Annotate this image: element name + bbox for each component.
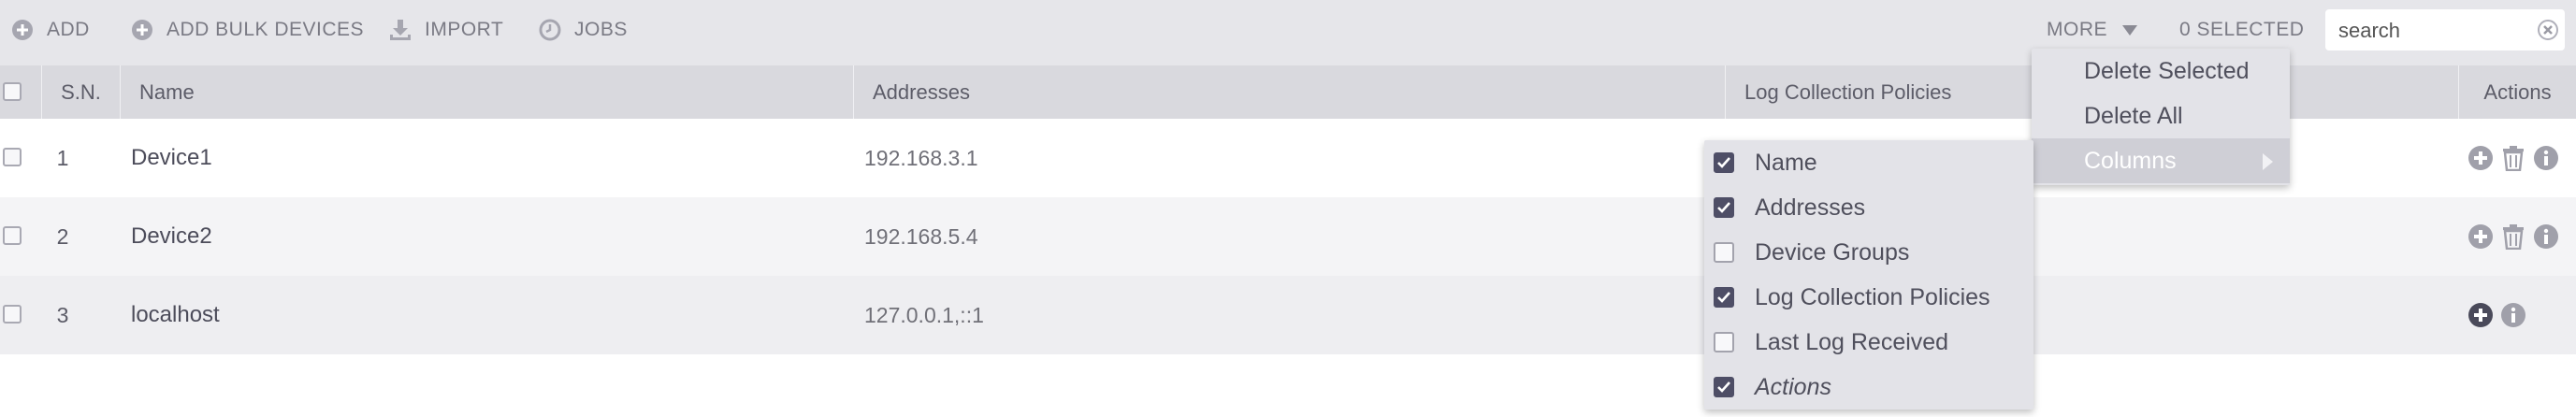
check-icon xyxy=(1717,202,1730,213)
more-button[interactable]: MORE xyxy=(2047,13,2137,47)
row-sn: 3 xyxy=(56,303,69,327)
row-sn: 1 xyxy=(56,146,69,170)
more-menu: Delete Selected Delete All Columns xyxy=(2032,49,2290,185)
more-label: MORE xyxy=(2047,19,2107,40)
column-toggle-device-groups[interactable]: Device Groups xyxy=(1704,230,2033,275)
close-circle-icon[interactable] xyxy=(2537,19,2559,41)
clock-icon xyxy=(539,19,561,41)
checkbox-checked[interactable] xyxy=(1714,152,1734,173)
checkbox-unchecked[interactable] xyxy=(1714,242,1734,263)
add-policy-icon[interactable] xyxy=(2467,302,2494,328)
import-label: IMPORT xyxy=(425,19,504,40)
table-row[interactable]: 2 Device2 192.168.5.4 xyxy=(0,197,2576,276)
add-button[interactable]: ADD xyxy=(11,13,90,47)
check-icon xyxy=(1717,381,1730,393)
info-icon[interactable] xyxy=(2500,302,2526,328)
import-button[interactable]: IMPORT xyxy=(389,13,503,47)
menu-item-delete-selected[interactable]: Delete Selected xyxy=(2032,49,2290,93)
checkbox-checked[interactable] xyxy=(1714,197,1734,218)
row-addresses: 192.168.5.4 xyxy=(864,224,978,249)
add-label: ADD xyxy=(47,19,90,40)
selected-count: 0 SELECTED xyxy=(2179,19,2305,40)
column-toggle-addresses[interactable]: Addresses xyxy=(1704,185,2033,230)
menu-item-delete-all[interactable]: Delete All xyxy=(2032,93,2290,138)
plus-circle-icon xyxy=(132,20,152,40)
add-policy-icon[interactable] xyxy=(2467,145,2494,171)
row-addresses: 127.0.0.1,::1 xyxy=(864,303,984,327)
download-icon xyxy=(390,20,411,40)
columns-menu: Name Addresses Device Groups Log Collect… xyxy=(1704,140,2033,410)
row-addresses: 192.168.3.1 xyxy=(864,146,978,170)
column-toggle-last-log-received[interactable]: Last Log Received xyxy=(1704,320,2033,365)
row-checkbox[interactable] xyxy=(3,226,22,245)
info-icon[interactable] xyxy=(2533,223,2559,250)
row-name: Device2 xyxy=(131,223,212,249)
add-bulk-devices-label: ADD BULK DEVICES xyxy=(166,19,365,40)
jobs-label: JOBS xyxy=(574,19,628,40)
row-sn: 2 xyxy=(56,224,69,249)
column-header-sn[interactable]: S.N. xyxy=(41,65,120,119)
trash-icon[interactable] xyxy=(2500,223,2526,250)
menu-item-columns[interactable]: Columns xyxy=(2032,138,2290,183)
select-all-checkbox[interactable] xyxy=(3,82,22,101)
column-toggle-actions[interactable]: Actions xyxy=(1704,365,2033,410)
add-policy-icon[interactable] xyxy=(2467,223,2494,250)
checkbox-checked[interactable] xyxy=(1714,287,1734,308)
caret-right-icon xyxy=(2263,153,2273,170)
info-icon[interactable] xyxy=(2533,145,2559,171)
plus-circle-icon xyxy=(12,20,33,40)
search-box xyxy=(2325,9,2565,52)
add-bulk-devices-button[interactable]: ADD BULK DEVICES xyxy=(131,13,364,47)
row-name: Device1 xyxy=(131,145,212,170)
column-header-addresses[interactable]: Addresses xyxy=(853,65,1725,119)
table-row[interactable]: 3 localhost 127.0.0.1,::1 xyxy=(0,276,2576,354)
checkbox-unchecked[interactable] xyxy=(1714,332,1734,352)
checkbox-checked[interactable] xyxy=(1714,377,1734,397)
check-icon xyxy=(1717,292,1730,303)
row-checkbox[interactable] xyxy=(3,148,22,166)
trash-icon[interactable] xyxy=(2500,145,2526,171)
jobs-button[interactable]: JOBS xyxy=(539,13,628,47)
search-input[interactable] xyxy=(2337,9,2524,52)
caret-down-icon xyxy=(2122,24,2137,36)
check-icon xyxy=(1717,157,1730,168)
column-header-name[interactable]: Name xyxy=(120,65,853,119)
column-toggle-name[interactable]: Name xyxy=(1704,140,2033,185)
column-header-actions[interactable]: Actions xyxy=(2458,65,2576,119)
row-checkbox[interactable] xyxy=(3,305,22,324)
row-name: localhost xyxy=(131,302,220,327)
column-toggle-log-collection-policies[interactable]: Log Collection Policies xyxy=(1704,275,2033,320)
